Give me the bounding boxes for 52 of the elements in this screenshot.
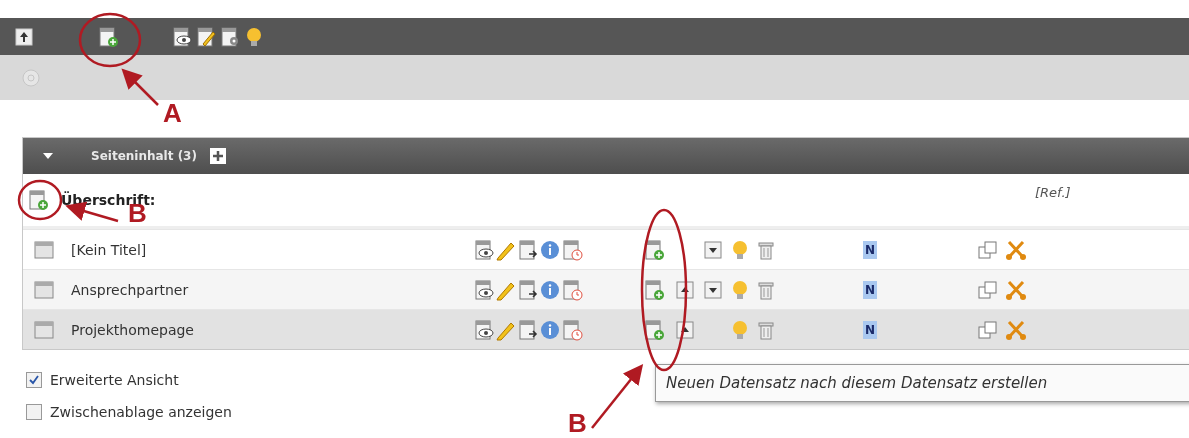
new-record-icon[interactable] [27,189,49,211]
checkbox-label: Erweiterte Ansicht [50,372,179,388]
record-icon [33,318,55,341]
scissors-icon[interactable] [1005,278,1028,301]
preview-icon[interactable] [473,238,495,261]
history-icon[interactable] [561,278,583,301]
history-icon[interactable] [561,318,583,341]
preview-icon[interactable] [473,318,495,341]
language-badge: N [863,280,878,299]
record-icon [33,238,55,261]
scissors-icon[interactable] [1005,318,1028,341]
edit-page-icon[interactable] [195,25,217,48]
new-record-icon[interactable] [643,318,665,341]
annotation-letter: B [568,410,587,436]
copy-icon[interactable] [977,238,1000,261]
page-properties-icon[interactable] [219,25,241,48]
annotation-circle [78,12,142,68]
scissors-icon[interactable] [1005,238,1028,261]
checkbox[interactable] [26,404,42,420]
move-down-icon[interactable] [702,278,724,301]
info-icon[interactable] [539,238,561,261]
record-title: Ansprechpartner [71,281,190,298]
new-record-icon[interactable] [97,25,119,48]
info-icon[interactable] [539,318,561,341]
language-badge: N [863,240,878,259]
copy-icon[interactable] [977,278,1000,301]
language-badge: N [863,320,878,339]
annotation-arrow [591,364,644,429]
preview-icon[interactable] [473,278,495,301]
record-title: [Kein Titel] [71,241,148,258]
annotation-circle [17,179,63,221]
checkbox-label: Zwischenablage anzeigen [50,404,232,420]
panel-title: Seiteninhalt (3) [91,149,197,163]
history-icon[interactable] [561,238,583,261]
ref-label: [Ref.] [1035,184,1071,200]
move-icon[interactable] [517,278,539,301]
preview-icon[interactable] [171,25,193,48]
record-row[interactable]: Ansprechpartner N [23,269,1189,309]
move-icon[interactable] [517,238,539,261]
annotation-letter: A [163,100,182,126]
tooltip: Neuen Datensatz nach diesem Datensatz erstellen [655,364,1189,402]
record-icon [33,278,55,301]
checkbox[interactable] [26,372,42,388]
annotation-arrow [121,68,159,106]
new-record-icon[interactable] [643,238,665,261]
record-row[interactable]: Projekthomepage N [23,309,1189,349]
info-icon[interactable] [539,278,561,301]
move-down-icon[interactable] [702,238,724,261]
move-icon[interactable] [517,318,539,341]
copy-icon[interactable] [977,318,1000,341]
up-level-icon[interactable] [13,25,35,48]
record-title: Projekthomepage [71,321,195,338]
